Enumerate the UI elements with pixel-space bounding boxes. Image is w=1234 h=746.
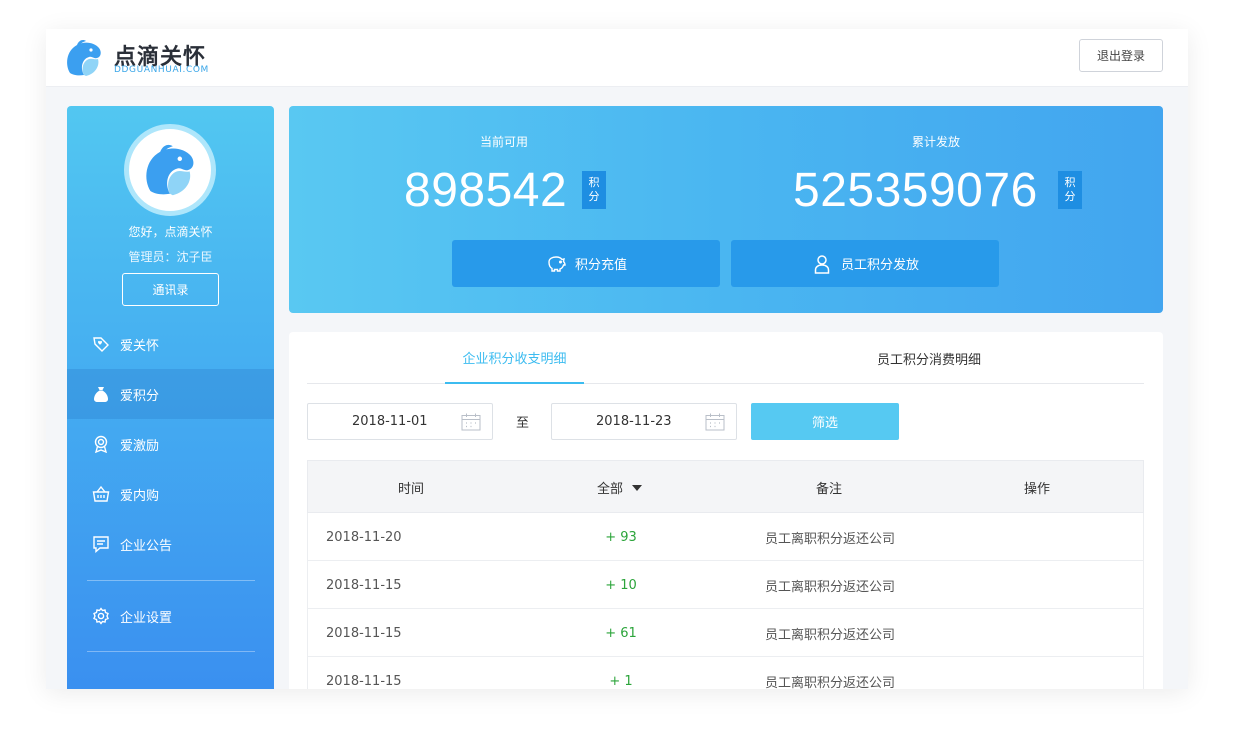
basket-icon <box>92 485 110 503</box>
sidebar-item-label: 爱积分 <box>120 388 160 404</box>
gear-icon <box>92 607 110 625</box>
sidebar-divider <box>87 651 255 652</box>
row-amount: + 10 <box>605 577 637 593</box>
sidebar-item-label: 企业设置 <box>120 610 173 626</box>
table-row: 2018-11-20 + 93 员工离职积分返还公司 <box>307 513 1144 561</box>
row-amount: + 61 <box>605 625 637 641</box>
calendar-icon <box>461 413 481 431</box>
sidebar-item-label: 爱内购 <box>120 488 160 504</box>
admin-name: 管理员：沈子臣 <box>128 250 213 264</box>
column-action: 操作 <box>1024 482 1051 497</box>
sidebar-item-label: 企业公告 <box>120 538 173 554</box>
sidebar-item-label: 爱激励 <box>120 438 160 454</box>
app-window: 点滴关怀 DDGUANHUAI.COM 退出登录 您好，点滴关怀 管理员：沈子臣… <box>46 29 1188 689</box>
column-time: 时间 <box>398 482 425 497</box>
row-amount: + 93 <box>605 529 637 545</box>
available-points-label: 当前可用 <box>480 135 529 149</box>
points-summary-panel: 当前可用 898542 积 分 累计发放 525359076 积 分 积分充值 … <box>289 106 1163 313</box>
row-time: 2018-11-20 <box>326 529 402 545</box>
greeting-text: 您好，点滴关怀 <box>128 225 213 239</box>
tab-employee-consumption[interactable]: 员工积分消费明细 <box>855 332 1003 384</box>
details-card: 企业积分收支明细 员工积分消费明细 2018-11-01 至 2018-11-2… <box>289 332 1163 689</box>
contacts-button[interactable]: 通讯录 <box>122 273 219 306</box>
row-note: 员工离职积分返还公司 <box>765 675 896 690</box>
sidebar-item-settings[interactable]: 企业设置 <box>67 591 274 641</box>
dolphin-logo-icon <box>67 40 101 76</box>
piggy-bank-icon <box>548 255 566 272</box>
dolphin-avatar-icon <box>146 144 194 196</box>
brand-logo[interactable]: 点滴关怀 DDGUANHUAI.COM <box>64 37 264 79</box>
sidebar-item-purchase[interactable]: 爱内购 <box>67 469 274 519</box>
sidebar: 您好，点滴关怀 管理员：沈子臣 通讯录 爱关怀 爱积分 爱激励 爱内购 企业公告… <box>67 106 274 689</box>
sidebar-divider <box>87 580 255 581</box>
recharge-points-label: 积分充值 <box>574 258 627 273</box>
sidebar-item-care[interactable]: 爱关怀 <box>67 319 274 369</box>
points-unit-badge: 积 分 <box>582 171 606 209</box>
sidebar-item-label: 爱关怀 <box>120 338 160 354</box>
table-row: 2018-11-15 + 1 员工离职积分返还公司 <box>307 657 1144 689</box>
end-date-input[interactable]: 2018-11-23 <box>551 403 737 440</box>
points-table: 时间 全部 备注 操作 2018-11-20 + 93 员工离职积分返还公司 2… <box>307 460 1144 689</box>
logout-button[interactable]: 退出登录 <box>1079 39 1163 72</box>
row-time: 2018-11-15 <box>326 673 402 689</box>
details-tabs: 企业积分收支明细 员工积分消费明细 <box>307 332 1144 384</box>
column-note: 备注 <box>816 482 843 497</box>
start-date-input[interactable]: 2018-11-01 <box>307 403 493 440</box>
sidebar-item-announcement[interactable]: 企业公告 <box>67 519 274 569</box>
issued-points-label: 累计发放 <box>912 135 961 149</box>
money-bag-icon <box>92 385 110 403</box>
notice-icon <box>92 535 110 553</box>
row-time: 2018-11-15 <box>326 625 402 641</box>
sidebar-item-points[interactable]: 爱积分 <box>67 369 274 419</box>
table-row: 2018-11-15 + 10 员工离职积分返还公司 <box>307 561 1144 609</box>
sidebar-item-incentive[interactable]: 爱激励 <box>67 419 274 469</box>
row-note: 员工离职积分返还公司 <box>765 579 896 595</box>
user-icon <box>814 254 830 274</box>
top-bar: 点滴关怀 DDGUANHUAI.COM 退出登录 <box>46 29 1188 87</box>
distribute-points-button[interactable]: 员工积分发放 <box>731 240 999 287</box>
issued-points-value: 525359076 <box>793 164 1038 217</box>
available-points-value: 898542 <box>404 164 568 217</box>
caret-down-icon <box>632 484 643 491</box>
filter-button[interactable]: 筛选 <box>751 403 899 440</box>
tab-enterprise-points[interactable]: 企业积分收支明细 <box>445 332 584 384</box>
recharge-points-button[interactable]: 积分充值 <box>452 240 720 287</box>
medal-icon <box>92 435 110 453</box>
column-type-dropdown[interactable]: 全部 <box>597 461 643 514</box>
avatar[interactable] <box>124 124 216 216</box>
points-unit-badge: 积 分 <box>1058 171 1082 209</box>
heart-tag-icon <box>92 335 110 353</box>
row-note: 员工离职积分返还公司 <box>765 531 896 547</box>
row-amount: + 1 <box>609 673 633 689</box>
date-range-separator: 至 <box>516 416 530 431</box>
brand-domain: DDGUANHUAI.COM <box>114 65 209 75</box>
distribute-points-label: 员工积分发放 <box>840 258 919 273</box>
calendar-icon <box>705 413 725 431</box>
row-note: 员工离职积分返还公司 <box>765 627 896 643</box>
table-header: 时间 全部 备注 操作 <box>307 460 1144 513</box>
table-row: 2018-11-15 + 61 员工离职积分返还公司 <box>307 609 1144 657</box>
row-time: 2018-11-15 <box>326 577 402 593</box>
